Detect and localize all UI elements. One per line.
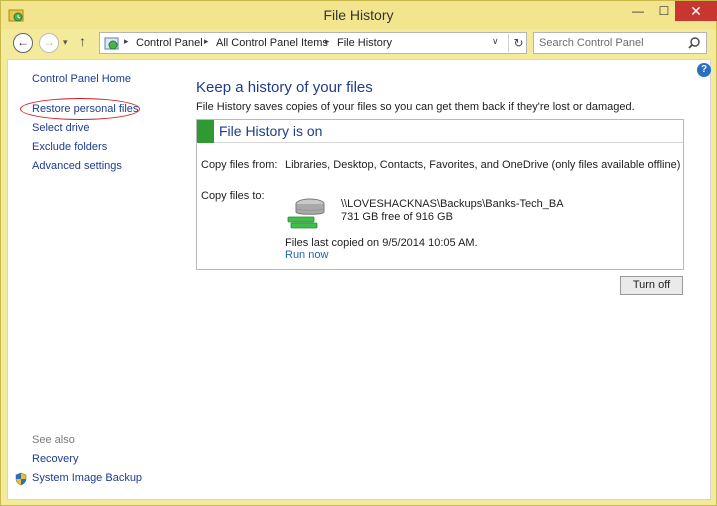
turn-off-button[interactable]: Turn off: [620, 276, 683, 295]
see-also-label: See also: [32, 434, 75, 446]
search-icon[interactable]: [686, 35, 702, 51]
copy-from-label: Copy files from:: [201, 159, 278, 171]
back-button[interactable]: ←: [13, 33, 33, 53]
help-icon[interactable]: ?: [697, 63, 711, 77]
address-dropdown-icon[interactable]: ∨: [492, 36, 499, 47]
copy-to-label: Copy files to:: [201, 190, 265, 202]
status-header: File History is on: [197, 120, 683, 143]
search-input[interactable]: [534, 33, 684, 53]
breadcrumb-separator: ▸: [325, 36, 330, 46]
recent-locations-dropdown[interactable]: ▾: [63, 37, 68, 48]
drive-free-space: 731 GB free of 916 GB: [341, 211, 453, 223]
page-title: Keep a history of your files: [196, 79, 373, 96]
advanced-settings-link[interactable]: Advanced settings: [32, 160, 122, 172]
file-history-window: File History — ☐ ✕ ← → ▾ ↑ ▸ Control Pan…: [0, 0, 717, 506]
title-bar[interactable]: File History — ☐ ✕: [1, 1, 717, 29]
restore-personal-files-link[interactable]: Restore personal files: [32, 103, 138, 115]
select-drive-link[interactable]: Select drive: [32, 122, 89, 134]
breadcrumb-file-history[interactable]: File History: [337, 37, 392, 49]
shield-icon: [15, 472, 27, 486]
window-title: File History: [323, 7, 394, 23]
page-description: File History saves copies of your files …: [196, 101, 635, 113]
close-button[interactable]: ✕: [675, 1, 717, 21]
minimize-button[interactable]: —: [625, 1, 651, 21]
navigation-bar: ← → ▾ ↑ ▸ Control Panel ▸ All Control Pa…: [7, 29, 711, 57]
search-box[interactable]: [533, 32, 707, 54]
last-copied-text: Files last copied on 9/5/2014 10:05 AM.: [285, 237, 478, 249]
system-image-backup-link[interactable]: System Image Backup: [32, 472, 142, 484]
status-text: File History is on: [219, 123, 323, 139]
maximize-button[interactable]: ☐: [651, 1, 677, 21]
control-panel-home-link[interactable]: Control Panel Home: [32, 73, 131, 85]
recovery-link[interactable]: Recovery: [32, 453, 78, 465]
breadcrumb-control-panel[interactable]: Control Panel: [136, 37, 203, 49]
forward-button[interactable]: →: [39, 33, 59, 53]
breadcrumb-separator: ▸: [124, 36, 129, 46]
exclude-folders-link[interactable]: Exclude folders: [32, 141, 107, 153]
breadcrumb-separator: ▸: [204, 36, 209, 46]
network-drive-icon: [287, 198, 325, 229]
address-bar[interactable]: ▸ Control Panel ▸ All Control Panel Item…: [99, 32, 527, 54]
copy-from-value: Libraries, Desktop, Contacts, Favorites,…: [285, 159, 681, 171]
up-button[interactable]: ↑: [79, 33, 86, 49]
content-area: ? Control Panel Home Restore personal fi…: [7, 59, 711, 500]
drive-path: \\LOVESHACKNAS\Backups\Banks-Tech_BA: [341, 198, 564, 210]
refresh-button[interactable]: ↻: [508, 34, 528, 52]
control-panel-icon: [104, 37, 119, 50]
breadcrumb-all-items[interactable]: All Control Panel Items: [216, 37, 328, 49]
run-now-link[interactable]: Run now: [285, 249, 328, 261]
status-indicator: [197, 120, 214, 143]
